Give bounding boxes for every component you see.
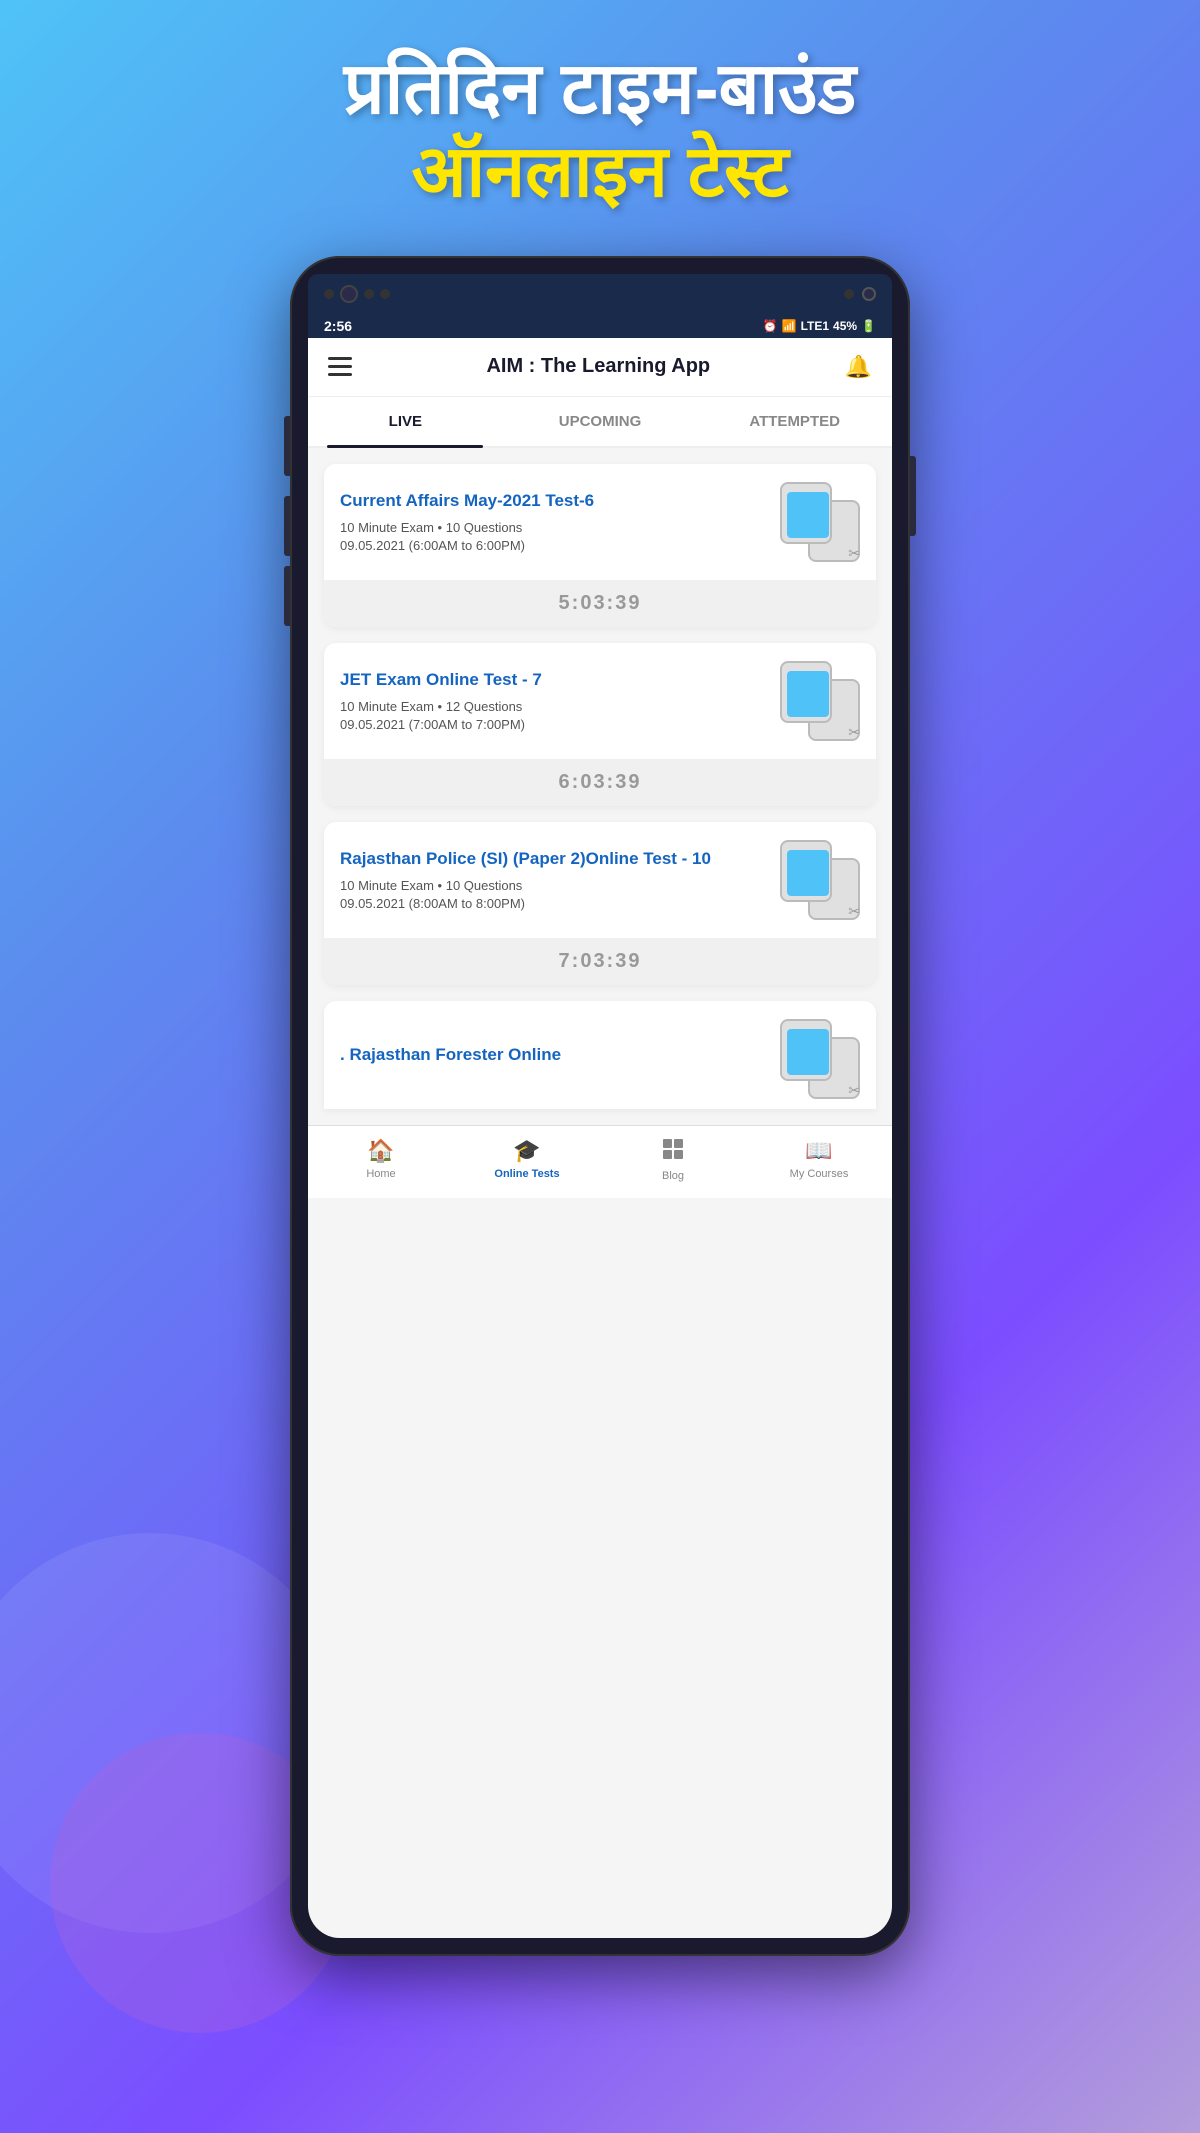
sensor-dot2 [364, 289, 374, 299]
online-tests-label: Online Tests [494, 1168, 559, 1180]
tab-bar: LIVE UPCOMING ATTEMPTED [308, 397, 892, 448]
tab-attempted[interactable]: ATTEMPTED [697, 397, 892, 446]
test-info-3: Rajasthan Police (SI) (Paper 2)Online Te… [340, 848, 768, 911]
tab-upcoming[interactable]: UPCOMING [503, 397, 698, 446]
notch-right [844, 287, 876, 301]
blog-icon [662, 1138, 684, 1166]
home-icon: 🏠 [367, 1138, 394, 1164]
header-line2: ऑनलाइन टेस्ट [0, 129, 1200, 215]
test-card-2[interactable]: JET Exam Online Test - 7 10 Minute Exam … [324, 643, 876, 806]
sensor-dot3 [380, 289, 390, 299]
front-camera-right [844, 289, 854, 299]
timer-bar-3: 7:03:39 [324, 938, 876, 985]
tablet-screen-2 [787, 671, 829, 717]
hero-header: प्रतिदिन टाइम-बाउंड ऑनलाइन टेस्ट [0, 0, 1200, 246]
status-bar: 2:56 ⏰ 📶 LTE1 45% 🔋 [308, 314, 892, 338]
nav-online-tests[interactable]: 🎓 Online Tests [454, 1134, 600, 1186]
status-icons: ⏰ 📶 LTE1 45% 🔋 [763, 319, 876, 333]
test-meta-2: 10 Minute Exam • 12 Questions [340, 699, 768, 714]
tablet-front-3 [780, 840, 832, 902]
test-meta-3: 10 Minute Exam • 10 Questions [340, 878, 768, 893]
signal-label: LTE1 [801, 319, 829, 333]
test-title-4: . Rajasthan Forester Online [340, 1044, 768, 1066]
test-title-2: JET Exam Online Test - 7 [340, 669, 768, 691]
camera-lens [340, 285, 358, 303]
scissors-icon-2: ✂ [848, 724, 860, 741]
hamburger-menu[interactable] [328, 357, 352, 376]
test-date-1: 09.05.2021 (6:00AM to 6:00PM) [340, 538, 768, 553]
app-title: AIM : The Learning App [486, 355, 710, 378]
my-courses-icon: 📖 [805, 1138, 832, 1164]
scissors-icon-1: ✂ [848, 545, 860, 562]
alarm-icon: ⏰ [763, 319, 778, 333]
test-info-1: Current Affairs May-2021 Test-6 10 Minut… [340, 490, 768, 553]
scissors-icon-3: ✂ [848, 903, 860, 920]
header-line1: प्रतिदिन टाइम-बाउंड [0, 50, 1200, 129]
test-icon-1: ✂ [780, 482, 860, 562]
content-area: Current Affairs May-2021 Test-6 10 Minut… [308, 448, 892, 1125]
test-date-3: 09.05.2021 (8:00AM to 8:00PM) [340, 896, 768, 911]
test-meta-1: 10 Minute Exam • 10 Questions [340, 520, 768, 535]
tablet-front-2 [780, 661, 832, 723]
timer-bar-2: 6:03:39 [324, 759, 876, 806]
online-tests-icon: 🎓 [513, 1138, 540, 1164]
test-card-1-body: Current Affairs May-2021 Test-6 10 Minut… [324, 464, 876, 580]
status-time: 2:56 [324, 318, 352, 334]
front-camera-area [324, 285, 390, 303]
blog-label: Blog [662, 1170, 684, 1182]
test-icon-2: ✂ [780, 661, 860, 741]
test-info-2: JET Exam Online Test - 7 10 Minute Exam … [340, 669, 768, 732]
notification-bell-icon[interactable]: 🔔 [845, 354, 872, 380]
test-date-2: 09.05.2021 (7:00AM to 7:00PM) [340, 717, 768, 732]
bottom-navigation: 🏠 Home 🎓 Online Tests [308, 1125, 892, 1198]
nav-blog[interactable]: Blog [600, 1134, 746, 1186]
test-icon-4: ✂ [780, 1019, 860, 1099]
tablet-screen-3 [787, 850, 829, 896]
selfie-camera [862, 287, 876, 301]
test-title-3: Rajasthan Police (SI) (Paper 2)Online Te… [340, 848, 768, 870]
tablet-icon-1: ✂ [780, 482, 860, 562]
my-courses-label: My Courses [790, 1168, 849, 1180]
home-label: Home [366, 1168, 395, 1180]
sensor-dot [324, 289, 334, 299]
tablet-front-1 [780, 482, 832, 544]
test-card-3[interactable]: Rajasthan Police (SI) (Paper 2)Online Te… [324, 822, 876, 985]
timer-bar-1: 5:03:39 [324, 580, 876, 627]
wifi-icon: 📶 [782, 319, 797, 333]
app-header: AIM : The Learning App 🔔 [308, 338, 892, 397]
tab-live[interactable]: LIVE [308, 397, 503, 446]
tablet-icon-4: ✂ [780, 1019, 860, 1099]
tablet-icon-2: ✂ [780, 661, 860, 741]
battery-icon: 🔋 [861, 319, 876, 333]
test-card-4-partial[interactable]: . Rajasthan Forester Online ✂ [324, 1001, 876, 1109]
nav-my-courses[interactable]: 📖 My Courses [746, 1134, 892, 1186]
tablet-icon-3: ✂ [780, 840, 860, 920]
test-info-4: . Rajasthan Forester Online [340, 1044, 768, 1074]
test-card-3-body: Rajasthan Police (SI) (Paper 2)Online Te… [324, 822, 876, 938]
tablet-screen-4 [787, 1029, 829, 1075]
tablet-screen-1 [787, 492, 829, 538]
tablet-front-4 [780, 1019, 832, 1081]
test-title-1: Current Affairs May-2021 Test-6 [340, 490, 768, 512]
phone-screen: AIM : The Learning App 🔔 LIVE UPCOMING A… [308, 338, 892, 1938]
test-card-2-body: JET Exam Online Test - 7 10 Minute Exam … [324, 643, 876, 759]
test-card-1[interactable]: Current Affairs May-2021 Test-6 10 Minut… [324, 464, 876, 627]
battery-label: 45% [833, 319, 857, 333]
phone-notch [308, 274, 892, 314]
phone-device: 2:56 ⏰ 📶 LTE1 45% 🔋 AIM : The Learning A… [290, 256, 910, 1956]
test-icon-3: ✂ [780, 840, 860, 920]
nav-home[interactable]: 🏠 Home [308, 1134, 454, 1186]
scissors-icon-4: ✂ [848, 1082, 860, 1099]
